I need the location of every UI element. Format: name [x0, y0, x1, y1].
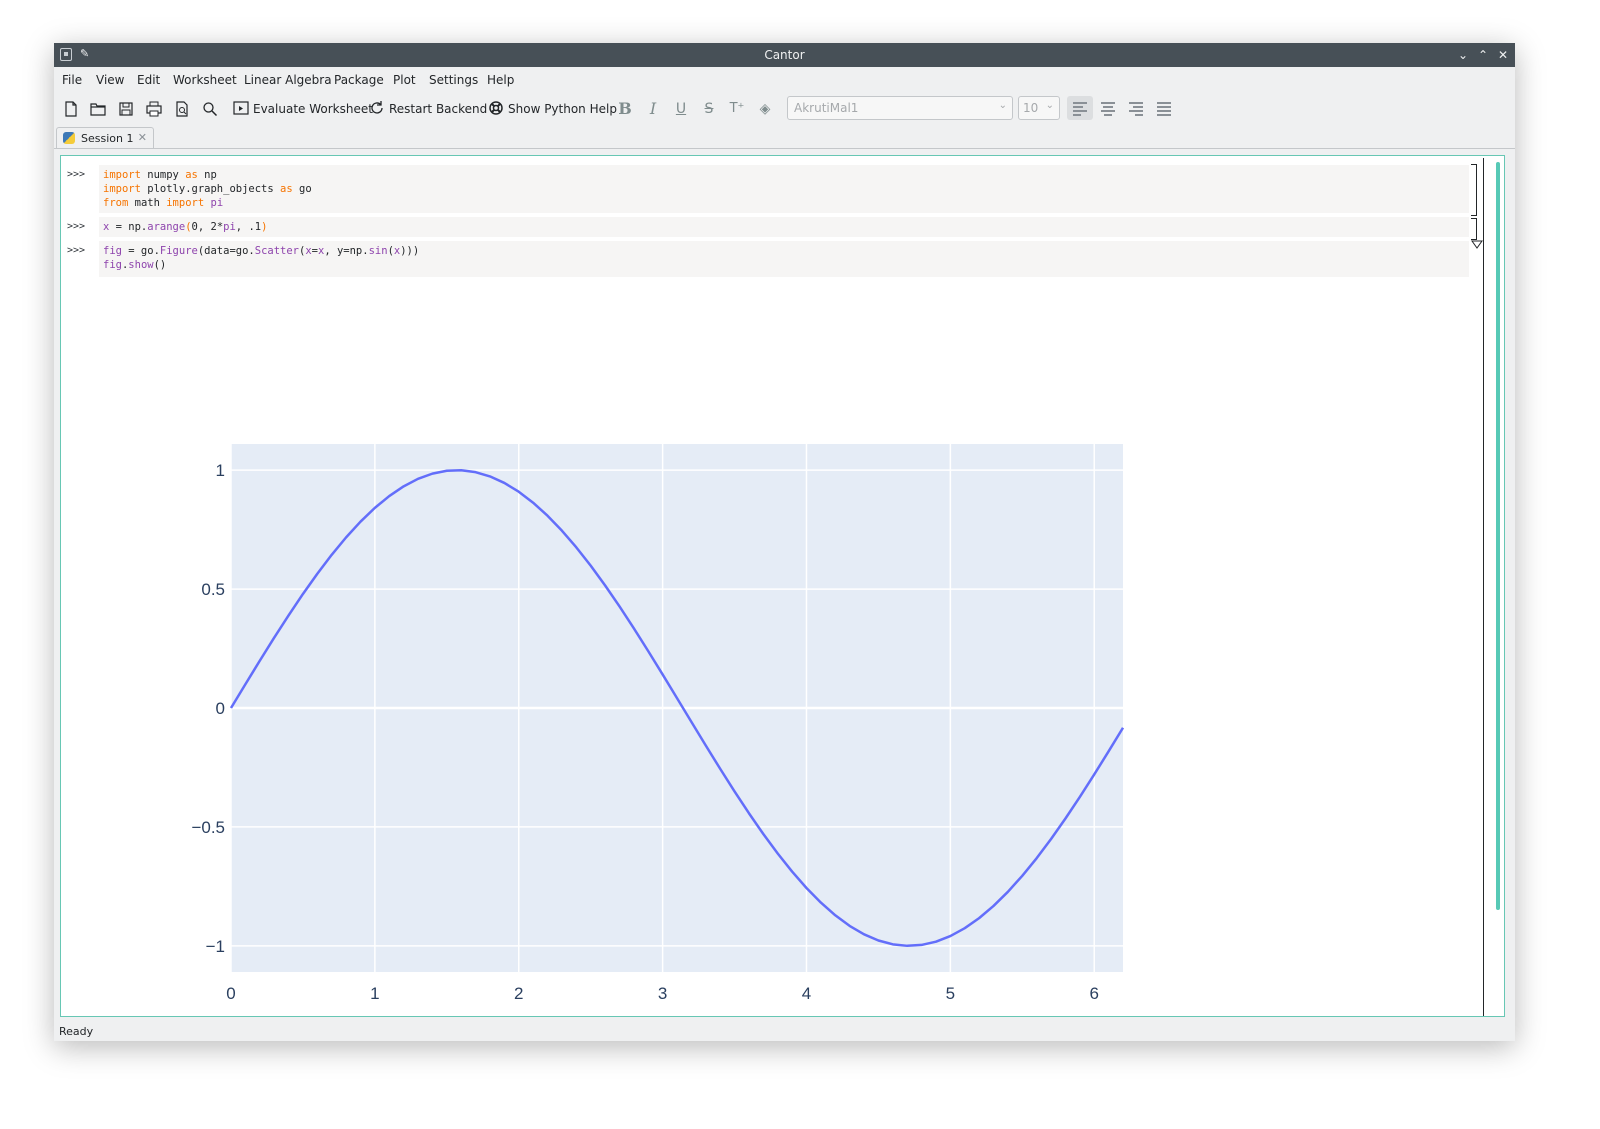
status-bar: Ready	[54, 1021, 1515, 1041]
restart-icon	[371, 101, 383, 114]
align-left-button[interactable]	[1067, 96, 1093, 120]
superscript-icon[interactable]: T⁺	[727, 99, 747, 119]
font-size-value: 10	[1023, 101, 1039, 115]
toolbar: Evaluate Worksheet Restart Backend Show …	[54, 93, 1515, 125]
lifebuoy-icon	[489, 101, 503, 115]
tab-label: Session 1	[81, 132, 134, 145]
menu-worksheet[interactable]: Worksheet	[173, 73, 237, 87]
align-center-button[interactable]	[1095, 96, 1121, 120]
maximize-icon[interactable]: ⌃	[1474, 45, 1492, 65]
menu-bar: File View Edit Worksheet Linear Algebra …	[54, 67, 1515, 93]
search-icon[interactable]	[201, 100, 219, 118]
close-icon[interactable]: ✕	[1494, 45, 1512, 65]
menu-view[interactable]: View	[96, 73, 124, 87]
align-center-icon	[1101, 102, 1115, 118]
font-size-select[interactable]: 10 ⌄	[1018, 96, 1060, 120]
x-tick-label: 3	[658, 984, 667, 1003]
x-tick-label: 1	[370, 984, 379, 1003]
y-tick-label: 0.5	[201, 580, 225, 599]
x-tick-label: 0	[226, 984, 235, 1003]
align-left-icon	[1073, 102, 1087, 118]
x-tick-label: 2	[514, 984, 523, 1003]
title-bar: ✎ Cantor ⌄ ⌃ ✕	[54, 43, 1515, 67]
entry-bracket-line	[1483, 158, 1484, 1016]
y-tick-label: 0	[216, 699, 225, 718]
menu-plot[interactable]: Plot	[393, 73, 416, 87]
menu-linear-algebra[interactable]: Linear Algebra	[244, 73, 332, 87]
vertical-scrollbar[interactable]	[1496, 162, 1500, 910]
y-tick-label: −1	[206, 937, 225, 956]
y-tick-label: −0.5	[191, 818, 225, 837]
align-right-button[interactable]	[1123, 96, 1149, 120]
show-python-help-label: Show Python Help	[508, 102, 617, 116]
menu-edit[interactable]: Edit	[137, 73, 160, 87]
print-preview-icon[interactable]	[173, 100, 191, 118]
session-tab-bar: Session 1 ✕	[54, 125, 1515, 149]
close-tab-icon[interactable]: ✕	[138, 131, 147, 144]
python-icon	[63, 132, 75, 144]
chevron-down-icon: ⌄	[998, 100, 1007, 111]
font-family-value: AkrutiMal1	[794, 101, 859, 115]
font-family-select[interactable]: AkrutiMal1 ⌄	[787, 96, 1013, 120]
align-right-icon	[1129, 102, 1143, 118]
menu-settings[interactable]: Settings	[429, 73, 478, 87]
window-title: Cantor	[764, 48, 805, 62]
new-document-icon[interactable]	[62, 100, 80, 118]
evaluate-worksheet-button[interactable]: Evaluate Worksheet	[233, 100, 373, 118]
justify-icon	[1157, 102, 1171, 118]
italic-icon[interactable]: I	[643, 99, 663, 119]
print-icon[interactable]	[145, 100, 163, 118]
restart-backend-button[interactable]: Restart Backend	[369, 100, 487, 118]
worksheet[interactable]: >>> import numpy as np import plotly.gra…	[60, 155, 1505, 1017]
menu-help[interactable]: Help	[487, 73, 514, 87]
x-tick-label: 4	[802, 984, 811, 1003]
restart-backend-label: Restart Backend	[389, 102, 488, 116]
evaluate-icon	[233, 101, 249, 115]
tab-session-1[interactable]: Session 1 ✕	[56, 127, 154, 149]
x-tick-label: 5	[946, 984, 955, 1003]
plot-output[interactable]: 0 1 2 3 4 5 6 1 0.5 0 −0.5 −1	[61, 156, 1481, 1016]
x-tick-label: 6	[1089, 984, 1098, 1003]
menu-file[interactable]: File	[62, 73, 82, 87]
save-icon[interactable]	[117, 100, 135, 118]
underline-icon[interactable]: U	[671, 99, 691, 119]
evaluate-worksheet-label: Evaluate Worksheet	[253, 102, 373, 116]
strikethrough-icon[interactable]: S	[699, 99, 719, 119]
menu-package[interactable]: Package	[334, 73, 384, 87]
status-text: Ready	[59, 1025, 94, 1038]
justify-button[interactable]	[1151, 96, 1177, 120]
y-tick-label: 1	[216, 461, 225, 480]
minimize-icon[interactable]: ⌄	[1454, 45, 1472, 65]
open-folder-icon[interactable]	[89, 100, 107, 118]
cantor-window: ✎ Cantor ⌄ ⌃ ✕ File View Edit Worksheet …	[54, 43, 1515, 1041]
show-python-help-button[interactable]: Show Python Help	[488, 100, 617, 118]
tab-divider	[54, 148, 1515, 149]
chevron-down-icon: ⌄	[1045, 100, 1054, 111]
fill-color-icon[interactable]: ◈	[755, 99, 775, 119]
bold-icon[interactable]: B	[615, 99, 635, 119]
